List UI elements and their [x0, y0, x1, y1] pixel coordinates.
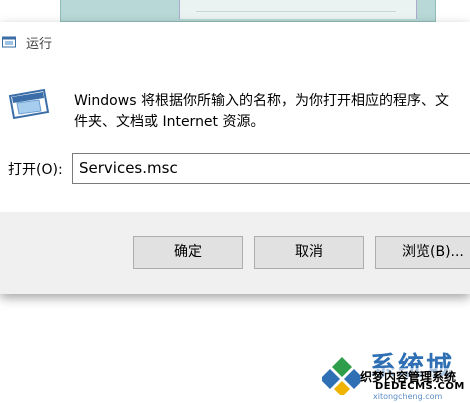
open-input[interactable]: Services.msc	[72, 153, 470, 184]
browse-button[interactable]: 浏览(B)...	[375, 236, 470, 269]
run-dialog: 运行 Windows 将根据你所输入的名称，为你打开相应的程序、文 件夹、文档或…	[0, 22, 470, 294]
background-window-content	[179, 0, 417, 19]
open-label: 打开(O):	[8, 162, 63, 178]
cancel-button[interactable]: 取消	[254, 236, 364, 269]
watermark-logo-icon	[322, 357, 362, 395]
run-app-icon	[2, 36, 16, 48]
run-icon	[8, 88, 50, 120]
description-line-2: 件夹、文档或 Internet 资源。	[74, 114, 265, 130]
window-title: 运行	[26, 37, 53, 52]
description-text: Windows 将根据你所输入的名称，为你打开相应的程序、文 件夹、文档或 In…	[74, 91, 470, 133]
description-line-1: Windows 将根据你所输入的名称，为你打开相应的程序、文	[74, 93, 449, 109]
watermark-line-3: xitongcheng.com	[373, 392, 443, 401]
title-bar[interactable]: 运行	[0, 22, 470, 62]
background-window	[60, 0, 436, 22]
watermark-line-2: DEDECMS.COM	[375, 381, 465, 392]
ok-button[interactable]: 确定	[133, 236, 243, 269]
